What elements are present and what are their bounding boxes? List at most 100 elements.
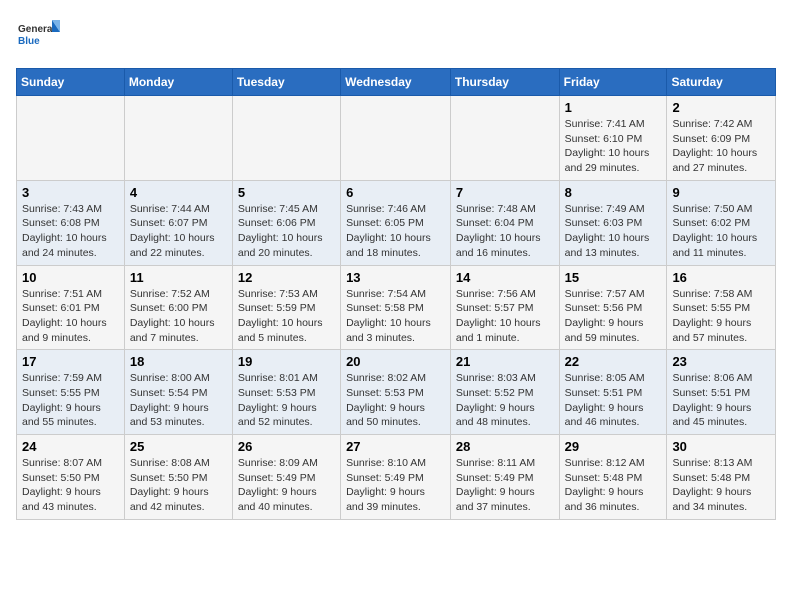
calendar-cell: 4 Sunrise: 7:44 AM Sunset: 6:07 PM Daylig… <box>124 180 232 265</box>
svg-text:General: General <box>18 24 55 35</box>
header: General Blue <box>16 16 776 60</box>
day-number: 24 <box>22 439 119 454</box>
day-number: 23 <box>672 354 770 369</box>
day-number: 10 <box>22 270 119 285</box>
day-number: 27 <box>346 439 445 454</box>
calendar-cell: 8 Sunrise: 7:49 AM Sunset: 6:03 PM Daylig… <box>559 180 667 265</box>
day-of-week-header: Tuesday <box>232 69 340 96</box>
day-number: 1 <box>565 100 662 115</box>
day-info: Sunrise: 7:48 AM Sunset: 6:04 PM Dayligh… <box>456 202 554 261</box>
calendar-cell: 21 Sunrise: 8:03 AM Sunset: 5:52 PM Dayli… <box>450 350 559 435</box>
calendar-cell: 29Sunrise: 8:12 AM Sunset: 5:48 PM Dayli… <box>559 435 667 520</box>
day-number: 2 <box>672 100 770 115</box>
day-number: 20 <box>346 354 445 369</box>
day-info: Sunrise: 7:53 AM Sunset: 5:59 PM Dayligh… <box>238 287 335 346</box>
calendar-cell: 15 Sunrise: 7:57 AM Sunset: 5:56 PM Dayli… <box>559 265 667 350</box>
calendar-week-row: 10 Sunrise: 7:51 AM Sunset: 6:01 PM Dayli… <box>17 265 776 350</box>
day-number: 17 <box>22 354 119 369</box>
day-number: 11 <box>130 270 227 285</box>
day-info: Sunrise: 7:50 AM Sunset: 6:02 PM Dayligh… <box>672 202 770 261</box>
calendar-cell: 13 Sunrise: 7:54 AM Sunset: 5:58 PM Dayli… <box>341 265 451 350</box>
day-number: 14 <box>456 270 554 285</box>
calendar-cell: 22Sunrise: 8:05 AM Sunset: 5:51 PM Dayli… <box>559 350 667 435</box>
logo: General Blue <box>16 16 60 60</box>
day-of-week-header: Saturday <box>667 69 776 96</box>
calendar-cell: 16 Sunrise: 7:58 AM Sunset: 5:55 PM Dayli… <box>667 265 776 350</box>
calendar-cell: 20 Sunrise: 8:02 AM Sunset: 5:53 PM Dayli… <box>341 350 451 435</box>
svg-text:Blue: Blue <box>18 36 40 47</box>
day-info: Sunrise: 8:01 AM Sunset: 5:53 PM Dayligh… <box>238 371 335 430</box>
calendar-week-row: 1 Sunrise: 7:41 AM Sunset: 6:10 PM Daylig… <box>17 96 776 181</box>
day-number: 15 <box>565 270 662 285</box>
calendar-week-row: 3Sunrise: 7:43 AM Sunset: 6:08 PM Daylig… <box>17 180 776 265</box>
day-info: Sunrise: 8:08 AM Sunset: 5:50 PM Dayligh… <box>130 456 227 515</box>
day-info: Sunrise: 7:54 AM Sunset: 5:58 PM Dayligh… <box>346 287 445 346</box>
day-info: Sunrise: 8:06 AM Sunset: 5:51 PM Dayligh… <box>672 371 770 430</box>
calendar-cell: 9 Sunrise: 7:50 AM Sunset: 6:02 PM Daylig… <box>667 180 776 265</box>
calendar-week-row: 24 Sunrise: 8:07 AM Sunset: 5:50 PM Dayli… <box>17 435 776 520</box>
calendar-cell: 26 Sunrise: 8:09 AM Sunset: 5:49 PM Dayli… <box>232 435 340 520</box>
day-of-week-header: Wednesday <box>341 69 451 96</box>
day-number: 30 <box>672 439 770 454</box>
calendar-cell <box>17 96 125 181</box>
day-info: Sunrise: 7:46 AM Sunset: 6:05 PM Dayligh… <box>346 202 445 261</box>
day-number: 4 <box>130 185 227 200</box>
day-info: Sunrise: 8:10 AM Sunset: 5:49 PM Dayligh… <box>346 456 445 515</box>
calendar-cell <box>124 96 232 181</box>
day-number: 9 <box>672 185 770 200</box>
calendar-cell <box>450 96 559 181</box>
calendar-header-row: SundayMondayTuesdayWednesdayThursdayFrid… <box>17 69 776 96</box>
day-info: Sunrise: 7:43 AM Sunset: 6:08 PM Dayligh… <box>22 202 119 261</box>
calendar-cell: 2 Sunrise: 7:42 AM Sunset: 6:09 PM Daylig… <box>667 96 776 181</box>
day-info: Sunrise: 8:07 AM Sunset: 5:50 PM Dayligh… <box>22 456 119 515</box>
day-number: 22 <box>565 354 662 369</box>
day-info: Sunrise: 7:49 AM Sunset: 6:03 PM Dayligh… <box>565 202 662 261</box>
day-number: 7 <box>456 185 554 200</box>
calendar-cell: 18 Sunrise: 8:00 AM Sunset: 5:54 PM Dayli… <box>124 350 232 435</box>
day-info: Sunrise: 8:11 AM Sunset: 5:49 PM Dayligh… <box>456 456 554 515</box>
calendar-cell: 1 Sunrise: 7:41 AM Sunset: 6:10 PM Daylig… <box>559 96 667 181</box>
calendar-table: SundayMondayTuesdayWednesdayThursdayFrid… <box>16 68 776 520</box>
calendar-cell <box>232 96 340 181</box>
day-info: Sunrise: 7:44 AM Sunset: 6:07 PM Dayligh… <box>130 202 227 261</box>
calendar-cell <box>341 96 451 181</box>
calendar-cell: 12 Sunrise: 7:53 AM Sunset: 5:59 PM Dayli… <box>232 265 340 350</box>
day-info: Sunrise: 7:52 AM Sunset: 6:00 PM Dayligh… <box>130 287 227 346</box>
calendar-cell: 19Sunrise: 8:01 AM Sunset: 5:53 PM Dayli… <box>232 350 340 435</box>
day-number: 16 <box>672 270 770 285</box>
day-info: Sunrise: 7:42 AM Sunset: 6:09 PM Dayligh… <box>672 117 770 176</box>
calendar-cell: 11 Sunrise: 7:52 AM Sunset: 6:00 PM Dayli… <box>124 265 232 350</box>
day-info: Sunrise: 8:00 AM Sunset: 5:54 PM Dayligh… <box>130 371 227 430</box>
calendar-cell: 7 Sunrise: 7:48 AM Sunset: 6:04 PM Daylig… <box>450 180 559 265</box>
calendar-cell: 17 Sunrise: 7:59 AM Sunset: 5:55 PM Dayli… <box>17 350 125 435</box>
calendar-cell: 27 Sunrise: 8:10 AM Sunset: 5:49 PM Dayli… <box>341 435 451 520</box>
day-number: 25 <box>130 439 227 454</box>
day-number: 26 <box>238 439 335 454</box>
calendar-cell: 14 Sunrise: 7:56 AM Sunset: 5:57 PM Dayli… <box>450 265 559 350</box>
calendar-cell: 24 Sunrise: 8:07 AM Sunset: 5:50 PM Dayli… <box>17 435 125 520</box>
day-of-week-header: Friday <box>559 69 667 96</box>
calendar-cell: 6Sunrise: 7:46 AM Sunset: 6:05 PM Daylig… <box>341 180 451 265</box>
day-number: 12 <box>238 270 335 285</box>
day-of-week-header: Thursday <box>450 69 559 96</box>
day-info: Sunrise: 7:59 AM Sunset: 5:55 PM Dayligh… <box>22 371 119 430</box>
day-info: Sunrise: 8:02 AM Sunset: 5:53 PM Dayligh… <box>346 371 445 430</box>
day-info: Sunrise: 7:57 AM Sunset: 5:56 PM Dayligh… <box>565 287 662 346</box>
day-info: Sunrise: 7:56 AM Sunset: 5:57 PM Dayligh… <box>456 287 554 346</box>
day-info: Sunrise: 8:12 AM Sunset: 5:48 PM Dayligh… <box>565 456 662 515</box>
day-info: Sunrise: 7:51 AM Sunset: 6:01 PM Dayligh… <box>22 287 119 346</box>
logo-svg: General Blue <box>16 16 60 60</box>
day-info: Sunrise: 8:09 AM Sunset: 5:49 PM Dayligh… <box>238 456 335 515</box>
day-number: 21 <box>456 354 554 369</box>
day-info: Sunrise: 7:58 AM Sunset: 5:55 PM Dayligh… <box>672 287 770 346</box>
day-number: 5 <box>238 185 335 200</box>
calendar-week-row: 17 Sunrise: 7:59 AM Sunset: 5:55 PM Dayli… <box>17 350 776 435</box>
day-info: Sunrise: 7:41 AM Sunset: 6:10 PM Dayligh… <box>565 117 662 176</box>
day-info: Sunrise: 8:03 AM Sunset: 5:52 PM Dayligh… <box>456 371 554 430</box>
day-number: 13 <box>346 270 445 285</box>
calendar-cell: 23 Sunrise: 8:06 AM Sunset: 5:51 PM Dayli… <box>667 350 776 435</box>
day-number: 18 <box>130 354 227 369</box>
day-number: 8 <box>565 185 662 200</box>
calendar-cell: 28Sunrise: 8:11 AM Sunset: 5:49 PM Dayli… <box>450 435 559 520</box>
calendar-cell: 30Sunrise: 8:13 AM Sunset: 5:48 PM Dayli… <box>667 435 776 520</box>
